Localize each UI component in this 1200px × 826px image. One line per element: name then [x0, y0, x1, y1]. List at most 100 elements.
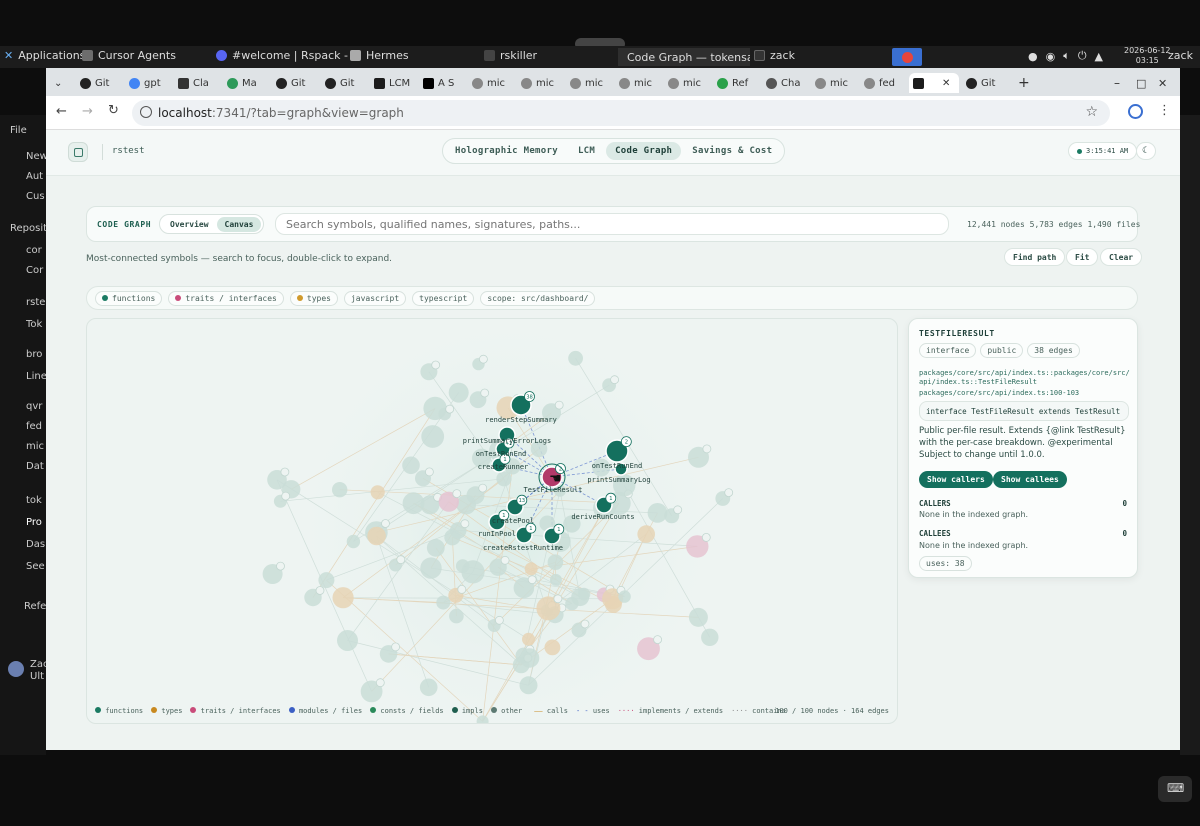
graph-node-badge[interactable]	[381, 519, 390, 528]
close-icon[interactable]: ✕	[942, 78, 950, 89]
filter-traits[interactable]: traits / interfaces	[168, 290, 284, 306]
show-callers-button[interactable]: Show callers	[919, 471, 993, 488]
filter-types[interactable]: types	[289, 290, 338, 306]
filter-scope[interactable]: scope: src/dashboard/	[480, 290, 596, 306]
graph-node-badge[interactable]	[315, 586, 325, 595]
graph-node-label[interactable]: createRunner	[478, 463, 529, 471]
tab-savings-cost[interactable]: Savings & Cost	[683, 142, 781, 160]
reload-button[interactable]: ↻	[108, 103, 119, 118]
record-icon[interactable]: ●	[1028, 50, 1038, 63]
graph-node-label[interactable]: TestFileResult	[523, 486, 582, 494]
graph-node-badge[interactable]	[610, 375, 619, 385]
browser-tab[interactable]: LCM	[370, 73, 416, 93]
browser-tab[interactable]: fed	[860, 73, 906, 93]
browser-tab[interactable]: Cla	[174, 73, 220, 93]
graph-node[interactable]	[420, 557, 442, 579]
graph-node[interactable]	[637, 525, 655, 543]
theme-toggle[interactable]: ☾	[1136, 142, 1156, 160]
url-input[interactable]: localhost:7341/?tab=graph&view=graph ☆	[132, 100, 1110, 126]
graph-node-badge-label[interactable]: 2	[625, 440, 628, 446]
graph-node-badge[interactable]	[445, 404, 455, 414]
keyboard-button[interactable]: ⌨	[1158, 776, 1192, 802]
graph-node[interactable]	[519, 648, 540, 668]
graph-node-label[interactable]: printSummaryErrorLogs	[463, 437, 552, 445]
graph-node[interactable]	[318, 572, 335, 589]
graph-node[interactable]	[455, 559, 470, 573]
clock[interactable]: 2026-06-12 03:15	[1124, 46, 1171, 66]
taskbar-window-3[interactable]: rskiller	[484, 49, 537, 62]
sidebar-toggle[interactable]	[68, 142, 88, 162]
graph-node[interactable]	[426, 538, 445, 557]
graph-node-label[interactable]: deriveRunCounts	[571, 513, 634, 521]
graph-node[interactable]	[688, 607, 708, 627]
discord-tray-icon[interactable]: ◉	[1046, 50, 1056, 63]
graph-node[interactable]	[568, 350, 583, 366]
graph-node-badge[interactable]	[391, 642, 401, 652]
applications-menu[interactable]: ✕ Applications	[4, 49, 85, 62]
sidebar-item[interactable]: File	[10, 125, 46, 136]
graph-node-label[interactable]: runInPool	[478, 530, 516, 538]
graph-node-badge[interactable]	[452, 489, 462, 499]
graph-node[interactable]	[402, 456, 420, 475]
graph-node[interactable]	[519, 676, 538, 695]
graph-node[interactable]	[436, 595, 451, 610]
maximize-button[interactable]: □	[1132, 73, 1152, 93]
menu-button[interactable]: ⋮	[1158, 103, 1171, 118]
browser-tab-active[interactable]: ✕	[909, 73, 959, 93]
graph-node-badge-label[interactable]: 38	[526, 395, 533, 401]
forward-button[interactable]: →	[82, 104, 93, 119]
graph-node[interactable]	[544, 639, 561, 656]
graph-node-badge[interactable]	[478, 354, 488, 364]
browser-tab[interactable]: mic	[615, 73, 661, 93]
graph-node[interactable]	[571, 588, 590, 607]
graph-node-badge[interactable]	[276, 561, 285, 571]
graph-node[interactable]	[524, 562, 538, 576]
show-callees-button[interactable]: Show callees	[993, 471, 1067, 488]
filter-typescript[interactable]: typescript	[412, 290, 475, 306]
browser-tab[interactable]: Ma	[223, 73, 269, 93]
graph-canvas[interactable]: 38 +1 1 2 2 1 13 1 1 1 ☚ renderStepSummary printSum…	[86, 318, 898, 724]
browser-tab[interactable]: mic	[517, 73, 563, 93]
graph-node-badge[interactable]	[375, 678, 385, 688]
graph-node[interactable]	[419, 678, 438, 697]
taskbar-window-4[interactable]: Code Graph — tokensa...	[618, 48, 750, 66]
graph-node-badge[interactable]	[424, 467, 434, 477]
graph-node[interactable]	[337, 630, 358, 651]
graph-node-label[interactable]: createRstestRuntime	[483, 544, 563, 552]
find-path-button[interactable]: Find path	[1004, 248, 1066, 266]
graph-node-badge[interactable]	[527, 575, 537, 585]
graph-node-badge[interactable]	[457, 584, 467, 594]
graph-node[interactable]	[618, 590, 631, 603]
graph-node[interactable]	[332, 587, 354, 609]
graph-node-label[interactable]: onTestRunEnd	[476, 450, 527, 458]
workspace-indicator[interactable]	[892, 48, 922, 66]
site-info-icon[interactable]	[140, 106, 152, 118]
tab-lcm[interactable]: LCM	[569, 142, 604, 160]
graph-node[interactable]	[549, 573, 562, 586]
graph-node-badge[interactable]	[500, 555, 510, 565]
browser-tab[interactable]: mic	[664, 73, 710, 93]
filter-javascript[interactable]: javascript	[343, 290, 407, 306]
graph-node[interactable]	[647, 503, 668, 523]
graph-node-badge-label[interactable]: 13	[518, 498, 525, 504]
graph-node[interactable]	[402, 492, 425, 515]
graph-node-badge[interactable]	[653, 635, 662, 645]
close-window-button[interactable]: ✕	[1154, 73, 1174, 93]
taskbar-window-1[interactable]: #welcome | Rspack - ...	[216, 49, 362, 62]
graph-node[interactable]	[456, 494, 477, 515]
taskbar-window-5[interactable]: zack	[754, 49, 795, 62]
browser-tab[interactable]: mic	[468, 73, 514, 93]
graph-node[interactable]	[701, 628, 719, 646]
browser-tab[interactable]: Git	[76, 73, 122, 93]
graph-node-badge[interactable]	[478, 483, 488, 493]
tab-list-button[interactable]: ⌄	[50, 73, 70, 93]
new-tab-button[interactable]: +	[1014, 73, 1060, 93]
browser-tab[interactable]: Git	[272, 73, 318, 93]
view-overview-button[interactable]: Overview	[162, 217, 217, 232]
browser-tab[interactable]: gpt	[125, 73, 171, 93]
graph-node-badge[interactable]	[281, 491, 291, 501]
back-button[interactable]: ←	[56, 104, 67, 119]
graph-node-badge[interactable]	[673, 505, 683, 515]
graph-node-label[interactable]: printSummaryLog	[587, 476, 650, 484]
user-menu[interactable]: zack	[1168, 49, 1193, 62]
